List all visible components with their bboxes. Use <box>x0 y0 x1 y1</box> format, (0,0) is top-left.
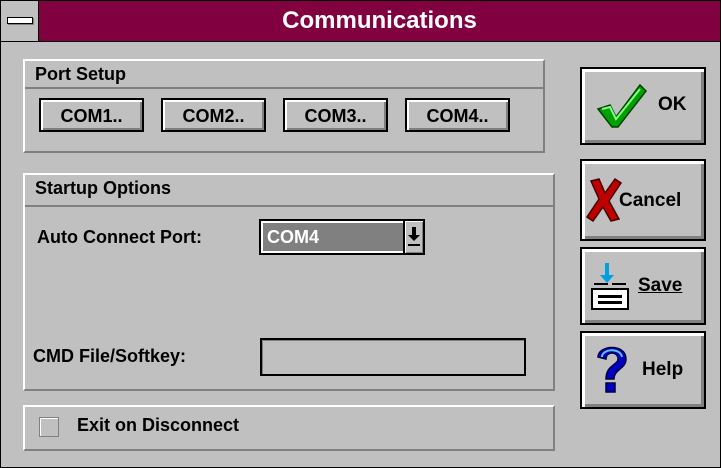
auto-connect-port-value: COM4 <box>263 223 403 251</box>
port-setup-group: Port Setup COM1.. COM2.. COM3.. COM4.. <box>23 59 545 153</box>
port-setup-header: Port Setup <box>25 61 543 89</box>
port-setup-heading: Port Setup <box>35 64 127 84</box>
title-bar: Communications <box>1 1 720 42</box>
auto-connect-label: Auto Connect Port: <box>37 227 202 247</box>
com3-button[interactable]: COM3.. <box>283 98 388 132</box>
com2-button[interactable]: COM2.. <box>161 98 266 132</box>
window-title: Communications <box>282 7 477 34</box>
cmd-file-input[interactable] <box>260 338 526 376</box>
ok-label: OK <box>658 94 687 115</box>
save-button[interactable]: Save <box>580 247 706 325</box>
help-label: Help <box>642 359 684 380</box>
auto-connect-port-select[interactable]: COM4 <box>259 219 425 255</box>
save-label: Save <box>638 275 683 296</box>
com4-button[interactable]: COM4.. <box>405 98 510 132</box>
com1-button[interactable]: COM1.. <box>39 98 144 132</box>
checkmark-icon <box>596 83 647 128</box>
dropdown-arrow-icon[interactable] <box>403 221 423 253</box>
system-menu-button[interactable] <box>1 1 39 41</box>
ok-button[interactable]: OK <box>580 67 706 145</box>
save-disk-icon <box>591 263 629 310</box>
question-mark-icon <box>597 346 627 393</box>
startup-options-heading: Startup Options <box>35 178 171 198</box>
cmd-file-label: CMD File/Softkey: <box>33 346 187 366</box>
exit-on-disconnect-label: Exit on Disconnect <box>77 415 240 435</box>
cancel-button[interactable]: Cancel <box>580 159 706 241</box>
communications-dialog: Communications Port Setup COM1.. COM2.. … <box>0 0 721 468</box>
exit-on-disconnect-checkbox[interactable] <box>39 417 59 437</box>
help-button[interactable]: Help <box>580 331 706 409</box>
startup-options-header: Startup Options <box>25 175 553 207</box>
cancel-label: Cancel <box>619 190 682 211</box>
system-menu-icon <box>7 17 33 24</box>
